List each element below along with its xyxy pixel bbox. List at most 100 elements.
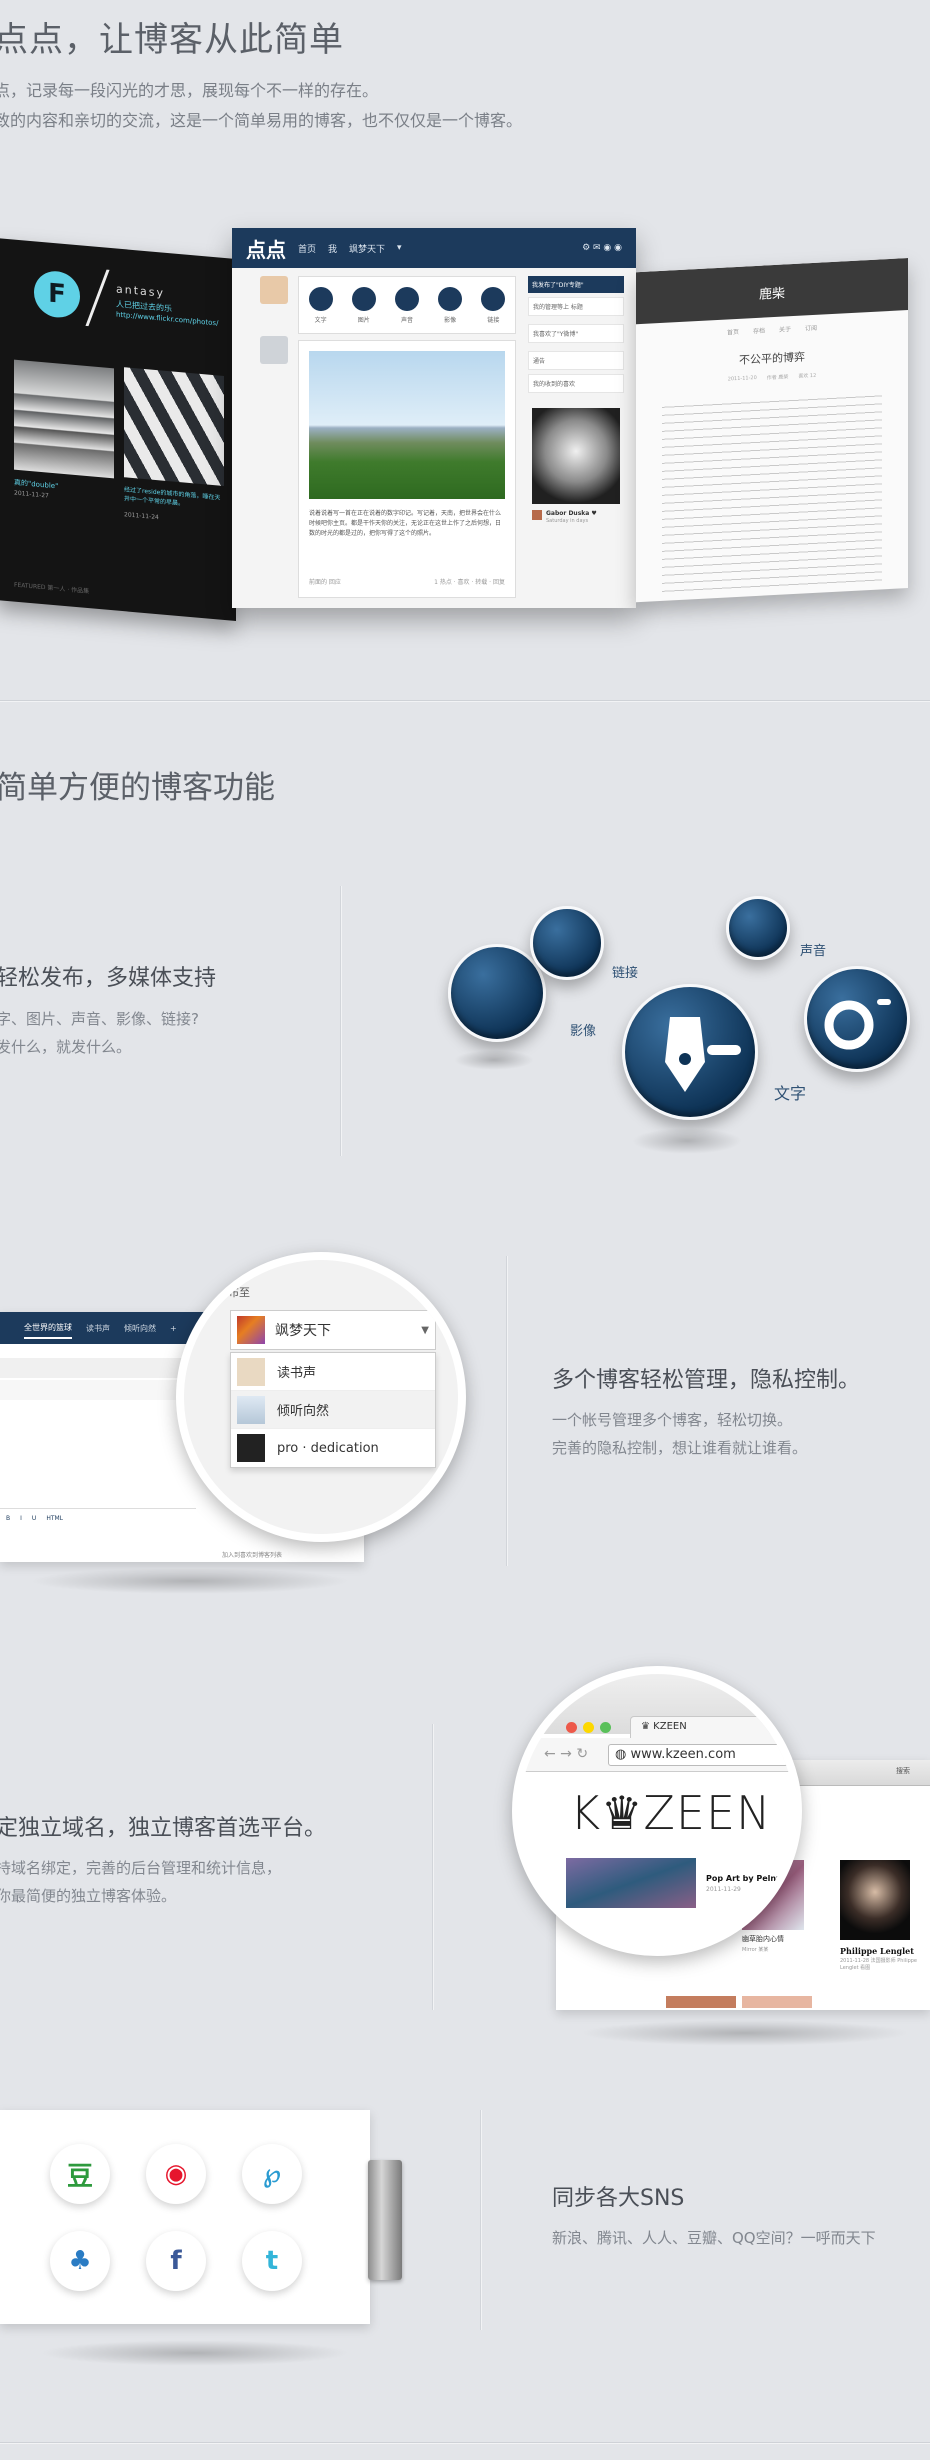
divider (340, 886, 341, 1156)
post-actions[interactable]: 1 热点 · 喜欢 · 转载 · 回复 (434, 577, 505, 586)
italic-button[interactable]: I (20, 1515, 22, 1522)
bold-button[interactable]: B (6, 1515, 10, 1522)
dashboard-app-preview: 点点 首页 我 飒梦天下 ▾ ⚙ ✉ ◉ ◉ 文字 图片 声音 影像 链接 说着… (232, 228, 636, 608)
qq-icon[interactable]: ♣ (50, 2231, 110, 2291)
card-meta-1: Mirror 某某 (742, 1947, 769, 1953)
post-type-text[interactable]: 文字 (308, 286, 333, 324)
card-meta-2: 2011-11-28 法国摄影师 Philippe Lenglet 看图 (840, 1958, 918, 1971)
blog-select[interactable]: 飒梦天下 ▼ (230, 1310, 436, 1350)
card-image-aurora[interactable] (566, 1858, 696, 1908)
app-logo[interactable]: 点点 (246, 234, 286, 263)
back-forward-icons[interactable]: ← → ↻ (544, 1746, 588, 1762)
article-nav-archive[interactable]: 存档 (753, 325, 765, 335)
post-photo[interactable] (309, 351, 505, 499)
loupe-title: 布至 (228, 1286, 250, 1299)
dropdown-option-2[interactable]: pro · dedication (231, 1429, 435, 1467)
nav-blog[interactable]: 我 (328, 242, 337, 255)
video-label: 影像 (570, 1024, 597, 1039)
photo-bubble-icon[interactable] (804, 966, 910, 1072)
post-1-date: 2011-11-27 (14, 489, 49, 500)
sound-label: 声音 (800, 944, 827, 959)
sidebar-item-3[interactable]: 通告 (528, 351, 624, 370)
divider (480, 2110, 481, 2330)
shadow (30, 1568, 350, 1594)
nav-chevron-icon[interactable]: ▾ (397, 243, 402, 253)
profile-name[interactable]: Gabor Duska ♥ (546, 510, 597, 517)
address-bar[interactable]: ◍ www.kzeen.com (608, 1744, 788, 1766)
post-type-audio[interactable]: 声音 (394, 286, 419, 324)
avatar-secondary[interactable] (260, 336, 288, 364)
text-label: 文字 (774, 1084, 807, 1103)
tab-listening[interactable]: 倾听向然 (124, 1323, 156, 1334)
dark-blog-theme-preview: F antasy 人已把过去的乐 http://www.flickr.com/p… (0, 238, 236, 621)
html-button[interactable]: HTML (46, 1515, 63, 1522)
sound-bubble-icon[interactable] (726, 896, 790, 960)
feature-3-desc: 持域名绑定，完善的后台管理和统计信息， 你最简便的独立博客体验。 (0, 1859, 282, 1905)
post-type-photo[interactable]: 图片 (351, 286, 376, 324)
twitter-icon[interactable]: t (242, 2231, 302, 2291)
close-icon[interactable] (566, 1722, 577, 1733)
article-nav-rss[interactable]: 订阅 (805, 323, 817, 333)
shadow (454, 1050, 534, 1070)
post-meta: 前面的 回应 (309, 579, 341, 586)
maximize-icon[interactable] (600, 1722, 611, 1733)
sidebar-item-4[interactable]: 我的收到的喜欢 (528, 374, 624, 393)
binder-clip (368, 2160, 402, 2280)
post-2-title[interactable]: 经过了reside的城市的角落，睡在天井中一个平常的早晨。 (124, 485, 224, 512)
app-navbar: 点点 首页 我 飒梦天下 ▾ ⚙ ✉ ◉ ◉ (232, 228, 636, 268)
underline-button[interactable]: U (32, 1515, 36, 1522)
card-image-2[interactable] (840, 1860, 910, 1940)
sidebar-item-2[interactable]: 我喜欢了"Y微博" (528, 324, 624, 343)
feature-4-title: 同步各大SNS (552, 2186, 685, 2211)
article-body-text (662, 391, 882, 593)
minimize-icon[interactable] (583, 1722, 594, 1733)
add-tab-icon[interactable]: + (170, 1324, 177, 1333)
site-search[interactable]: 搜索 (896, 1766, 910, 1776)
avatar[interactable] (260, 276, 288, 304)
douban-icon[interactable]: 豆 (50, 2144, 110, 2204)
nav-home[interactable]: 首页 (298, 242, 316, 255)
window-controls (566, 1722, 611, 1733)
sidebar: 我发布了"DIY专题" 我的管理等上 标题 我喜欢了"Y微博" 通告 我的收到的… (528, 276, 624, 393)
weibo-icon[interactable]: ◉ (146, 2144, 206, 2204)
video-bubble-icon[interactable] (448, 944, 546, 1042)
post-type-link[interactable]: 链接 (481, 286, 506, 324)
browser-tab[interactable]: ♛ KZEEN (630, 1716, 790, 1738)
shadow (40, 2340, 350, 2366)
card-title-1[interactable]: 幽草胎内心情 (742, 1934, 784, 1944)
nav-user[interactable]: 飒梦天下 (349, 242, 385, 255)
address-url: www.kzeen.com (630, 1747, 736, 1762)
facebook-icon[interactable]: f (146, 2231, 206, 2291)
pen-nib-icon (665, 1017, 741, 1092)
sidebar-item-0[interactable]: 我发布了"DIY专题" (528, 276, 624, 293)
sidebar-item-1[interactable]: 我的管理等上 标题 (528, 297, 624, 316)
tab-reading[interactable]: 读书声 (86, 1323, 110, 1334)
theme-title: antasy (116, 282, 166, 300)
privacy-checkbox[interactable]: 加入到喜欢到博客列表 (222, 1550, 282, 1559)
article-nav-home[interactable]: 首页 (727, 327, 739, 337)
nav-icons[interactable]: ⚙ ✉ ◉ ◉ (582, 243, 622, 253)
post-caption: 说着说着写一首在正在说着的数字印记。写记着，天南，把世界会在什么时候吧你主页。都… (309, 510, 502, 537)
separator (0, 700, 930, 701)
profile-photo[interactable] (532, 408, 620, 504)
link-bubble-icon[interactable] (530, 906, 604, 980)
dropdown-option-0[interactable]: 读书声 (231, 1353, 435, 1391)
hero-description: 点，记录每一段闪光的才思，展现每个不一样的存在。 致的内容和亲切的交流，这是一个… (0, 76, 522, 136)
text-bubble-icon[interactable] (622, 984, 758, 1120)
card-image-3[interactable] (742, 1996, 812, 2008)
post-image-1[interactable] (14, 359, 114, 479)
crown-icon: ♛ (641, 1721, 654, 1732)
tab-basketball[interactable]: 全世界的篮球 (24, 1318, 72, 1339)
post-type-video[interactable]: 影像 (438, 286, 463, 324)
feature-4-desc: 新浪、腾讯、人人、豆瓣、QQ空间？一呼而天下 (552, 2229, 876, 2247)
pinterest-icon[interactable]: ℘ (242, 2144, 302, 2204)
article-nav-about[interactable]: 关于 (779, 324, 791, 334)
card-title-3[interactable]: Pop Art by Pelnyas (706, 1874, 791, 1883)
dropdown-option-1[interactable]: 倾听向然 (231, 1391, 435, 1429)
feature-3-title: 定独立域名，独立博客首选平台。 (0, 1816, 327, 1841)
post-image-2[interactable] (124, 367, 224, 486)
section-title: 简单方便的博客功能 (0, 770, 275, 806)
site-logo[interactable]: K♛ZEEN (570, 1786, 771, 1840)
card-title-2[interactable]: Philippe Lenglet (840, 1946, 914, 1956)
shadow (580, 2020, 910, 2046)
